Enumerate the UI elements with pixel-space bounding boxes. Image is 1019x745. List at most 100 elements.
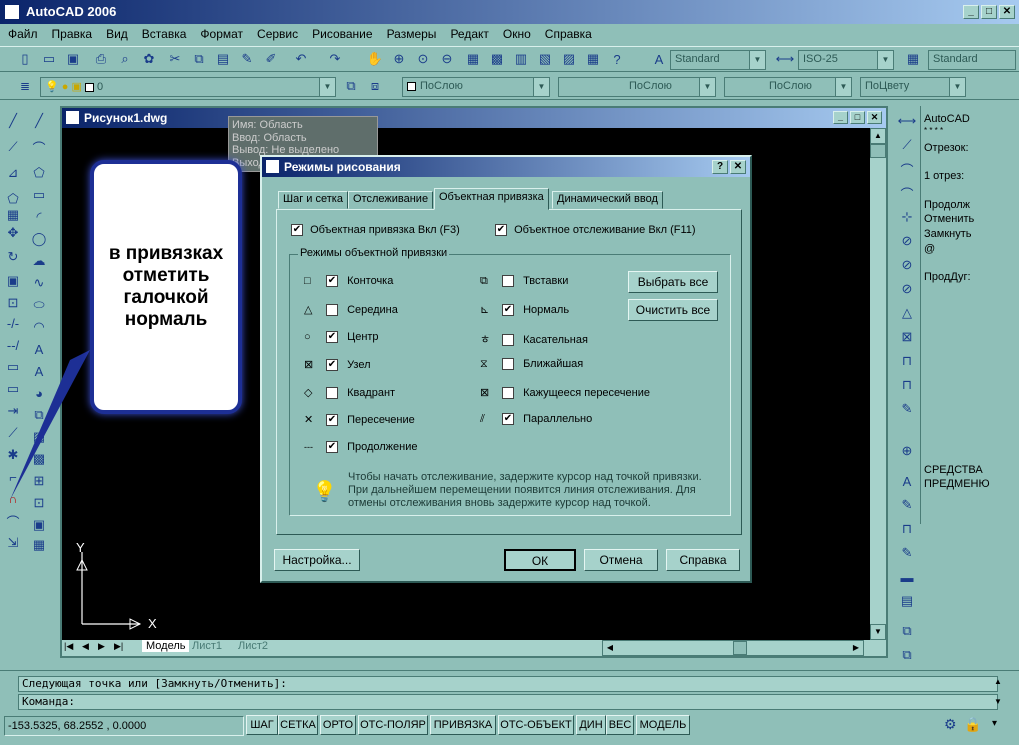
- help-icon[interactable]: ?: [606, 48, 628, 70]
- dyn-button[interactable]: ДИН: [576, 715, 606, 735]
- center-mark-icon[interactable]: ⊕: [896, 440, 918, 462]
- menu-modify[interactable]: Редакт: [450, 27, 488, 41]
- extend-icon[interactable]: --/: [2, 334, 24, 356]
- osnap-on-checkbox[interactable]: ✔ Объектная привязка Вкл (F3): [291, 224, 460, 237]
- snap-arc-icon[interactable]: ⌒: [2, 510, 24, 532]
- options-button[interactable]: Настройка...: [274, 549, 360, 571]
- draw-line-icon[interactable]: ╱: [28, 110, 50, 132]
- publish-icon[interactable]: ✿: [138, 48, 160, 70]
- tab-model[interactable]: Модель: [142, 640, 190, 652]
- trim-icon[interactable]: -/-: [2, 312, 24, 334]
- screen-menu-item[interactable]: @: [924, 242, 1019, 257]
- mode-intersection[interactable]: ✕ ✔ Пересечение: [304, 413, 415, 427]
- fillet-icon[interactable]: ⟋: [2, 422, 24, 444]
- diameter-icon[interactable]: ⊘: [896, 254, 918, 276]
- close-button[interactable]: ✕: [999, 5, 1015, 19]
- tab-layout2[interactable]: Лист2: [238, 640, 268, 652]
- tool-palettes-icon[interactable]: ▥: [510, 48, 532, 70]
- hatch-icon[interactable]: ▨: [28, 426, 50, 448]
- explode-icon[interactable]: ✱: [2, 444, 24, 466]
- copy-window-icon[interactable]: ⧉: [896, 620, 918, 642]
- dim-edit-icon[interactable]: A: [896, 470, 918, 492]
- angular-icon[interactable]: ⊘: [896, 278, 918, 300]
- command-input[interactable]: Команда:: [18, 694, 998, 710]
- quick-dim-icon[interactable]: △: [896, 302, 918, 324]
- block-editor-icon[interactable]: ✐: [260, 48, 282, 70]
- arc2-icon[interactable]: ◜: [28, 206, 50, 228]
- menu-window[interactable]: Окно: [503, 27, 531, 41]
- xline-icon[interactable]: ⟋: [2, 136, 24, 158]
- wipeout-icon[interactable]: ▣: [28, 514, 50, 536]
- select-all-button[interactable]: Выбрать все: [628, 271, 718, 293]
- redo-icon[interactable]: ↷: [324, 48, 346, 70]
- ordinate-icon[interactable]: ⌒: [896, 182, 918, 204]
- vertical-scrollbar[interactable]: ▲ ▼: [870, 128, 886, 640]
- plot-icon[interactable]: ⎙: [90, 48, 112, 70]
- line-icon[interactable]: ╱: [2, 110, 24, 132]
- paste-window-icon[interactable]: ⧉: [896, 644, 918, 666]
- pentagon-icon[interactable]: ⬠: [28, 162, 50, 184]
- match-properties-icon[interactable]: ✎: [236, 48, 258, 70]
- markup-icon[interactable]: ▨: [558, 48, 580, 70]
- menu-view[interactable]: Вид: [106, 27, 128, 41]
- toolbar-lock-icon[interactable]: 🔒: [964, 716, 981, 733]
- osnap-button[interactable]: ПРИВЯЗКА: [430, 715, 496, 735]
- aligned-dim-icon[interactable]: ⟋: [896, 134, 918, 156]
- snap-arrow-icon[interactable]: ⇲: [2, 532, 24, 554]
- polar-button[interactable]: ОТС-ПОЛЯР: [358, 715, 428, 735]
- spline-icon[interactable]: ∿: [28, 272, 50, 294]
- color-select[interactable]: ПоСлою ▼: [402, 77, 550, 97]
- baseline-icon[interactable]: ⊠: [896, 326, 918, 348]
- clear-all-button[interactable]: Очистить все: [628, 299, 718, 321]
- mode-quadrant[interactable]: ◇ Квадрант: [304, 386, 395, 400]
- zoom-realtime-icon[interactable]: ⊕: [388, 48, 410, 70]
- move-icon[interactable]: ✥: [2, 222, 24, 244]
- pan-icon[interactable]: ✋: [364, 48, 386, 70]
- point-icon[interactable]: ⊡: [28, 492, 50, 514]
- screen-menu-item[interactable]: Отрезок:: [924, 141, 1019, 156]
- layer-previous-icon[interactable]: ⧈: [364, 75, 386, 97]
- dim-style-tool-icon[interactable]: ✎: [896, 542, 918, 564]
- text-style-select[interactable]: Standard ▼: [670, 50, 766, 70]
- tolerance-icon[interactable]: ✎: [896, 398, 918, 420]
- menu-edit[interactable]: Правка: [52, 27, 93, 41]
- menu-help[interactable]: Справка: [545, 27, 592, 41]
- mode-parallel[interactable]: ⫽ ✔ Параллельно: [480, 413, 592, 426]
- tab-snap-grid[interactable]: Шаг и сетка: [278, 191, 348, 209]
- otrack-on-checkbox[interactable]: ✔ Объектное отслеживание Вкл (F11): [495, 224, 696, 237]
- comm-center-icon[interactable]: ⚙: [944, 716, 957, 733]
- tab-layout1[interactable]: Лист1: [192, 640, 222, 652]
- paste-icon[interactable]: ▤: [212, 48, 234, 70]
- screen-menu-item[interactable]: СРЕДСТВА: [924, 463, 1019, 478]
- cut-icon[interactable]: ✂: [164, 48, 186, 70]
- plotstyle-select[interactable]: ПоЦвету ▼: [860, 77, 966, 97]
- tab-prev-icon[interactable]: ◀: [82, 641, 89, 652]
- menu-draw[interactable]: Рисование: [312, 27, 372, 41]
- cancel-button[interactable]: Отмена: [584, 549, 658, 571]
- dialog-help-button[interactable]: ?: [712, 160, 728, 174]
- tab-dynamic-input[interactable]: Динамический ввод: [552, 191, 663, 209]
- tab-last-icon[interactable]: ▶|: [114, 641, 123, 652]
- ellipse-icon[interactable]: ⬭: [28, 294, 50, 316]
- ellipse-arc-icon[interactable]: ◠: [28, 316, 50, 338]
- screen-menu-item[interactable]: AutoCAD: [924, 112, 1019, 127]
- scale-icon[interactable]: ▣: [2, 270, 24, 292]
- mode-insertion[interactable]: ⧉ Твставки: [480, 275, 568, 288]
- snap-button[interactable]: ШАГ: [246, 715, 278, 735]
- radius-icon[interactable]: ⊹: [896, 206, 918, 228]
- properties-icon[interactable]: ▦: [462, 48, 484, 70]
- dim-space-icon[interactable]: ▤: [896, 590, 918, 612]
- calculator-icon[interactable]: ▦: [582, 48, 604, 70]
- horizontal-scrollbar[interactable]: ◀ ▶: [602, 640, 864, 656]
- menu-file[interactable]: Файл: [8, 27, 38, 41]
- layer-select[interactable]: 💡 ● ▣ 0 ▼: [40, 77, 336, 97]
- dim-style-select[interactable]: ISO-25 ▼: [798, 50, 894, 70]
- tab-first-icon[interactable]: |◀: [64, 641, 73, 652]
- jogged-icon[interactable]: ⊘: [896, 230, 918, 252]
- zoom-window-icon[interactable]: ⊙: [412, 48, 434, 70]
- copy-icon[interactable]: ⧉: [188, 48, 210, 70]
- drawing-min-button[interactable]: _: [833, 111, 848, 124]
- minimize-button[interactable]: _: [963, 5, 979, 19]
- table-style-select[interactable]: Standard: [928, 50, 1016, 70]
- snap-perpendicular-icon[interactable]: ∩: [2, 488, 24, 510]
